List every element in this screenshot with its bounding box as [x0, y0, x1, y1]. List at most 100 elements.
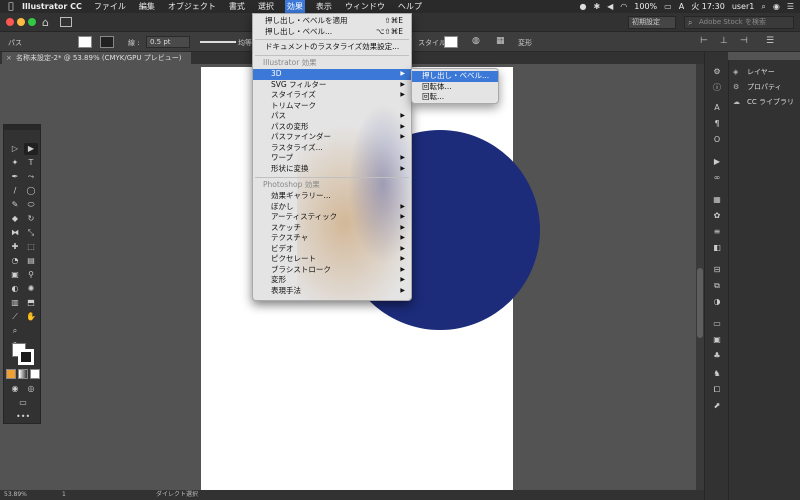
menu-edit[interactable]: 編集: [137, 0, 157, 13]
panel-menu-icon[interactable]: ☰: [766, 36, 774, 46]
paintbrush-tool-icon[interactable]: ✎: [8, 199, 22, 211]
transparency-icon[interactable]: ◑: [711, 296, 723, 308]
menu-item-pathfinder[interactable]: パスファインダー ▶: [253, 132, 411, 143]
shaper-tool-icon[interactable]: ⬭: [24, 199, 38, 211]
current-tool-status[interactable]: ダイレクト選択: [156, 490, 198, 500]
document-tab[interactable]: × 名称未設定-2* @ 53.89% (CMYK/GPU プレビュー): [2, 52, 192, 64]
artboards-icon[interactable]: ⧠: [711, 384, 723, 396]
app-name-menu[interactable]: Illustrator CC: [22, 2, 82, 11]
symbols-icon[interactable]: ♣: [711, 350, 723, 362]
minimize-window-button[interactable]: [17, 18, 25, 26]
stroke-weight-field[interactable]: 0.5 pt: [146, 36, 190, 48]
menu-item-blur[interactable]: ぼかし ▶: [253, 202, 411, 213]
close-window-button[interactable]: [6, 18, 14, 26]
workspace-switcher[interactable]: 初期設定: [628, 16, 676, 29]
artboard-number[interactable]: 1: [62, 490, 66, 500]
pen-tool-icon[interactable]: ✒: [8, 171, 22, 183]
direct-selection-tool-icon[interactable]: ▶: [24, 143, 38, 155]
paragraph-icon[interactable]: ¶: [711, 118, 723, 130]
graphic-styles-icon[interactable]: ▣: [711, 334, 723, 346]
magic-wand-tool-icon[interactable]: ✦: [8, 157, 22, 169]
menu-item-brush-strokes[interactable]: ブラシストローク ▶: [253, 265, 411, 276]
menu-object[interactable]: オブジェクト: [166, 0, 218, 13]
rotate-tool-icon[interactable]: ↻: [24, 213, 38, 225]
menu-item-video[interactable]: ビデオ ▶: [253, 244, 411, 255]
menu-item-extrude-bevel[interactable]: 押し出し・ベベル... ⌥⇧⌘E: [253, 27, 411, 38]
zoom-window-button[interactable]: [28, 18, 36, 26]
menu-item-pixelate[interactable]: ピクセレート ▶: [253, 254, 411, 265]
arrange-documents-icon[interactable]: [60, 17, 72, 27]
stroke-color-box[interactable]: [18, 349, 34, 365]
fill-swatch[interactable]: [78, 36, 92, 48]
graphic-style-swatch[interactable]: [444, 36, 458, 48]
asset-export-icon[interactable]: ♞: [711, 368, 723, 380]
recolor-icon[interactable]: ◍: [472, 36, 480, 46]
submenu-item-extrude-bevel[interactable]: 押し出し・ベベル...: [412, 71, 498, 82]
draw-behind-icon[interactable]: ◎: [24, 383, 38, 395]
eyedropper-tool-icon[interactable]: ⚲: [24, 269, 38, 281]
stroke-profile-label[interactable]: 均等: [238, 38, 252, 48]
notification-center-icon[interactable]: ☰: [787, 2, 794, 11]
stroke-swatch[interactable]: [100, 36, 114, 48]
none-mode-icon[interactable]: [30, 369, 40, 379]
brushes-icon[interactable]: ✿: [711, 210, 723, 222]
menu-item-stylize[interactable]: スタイライズ ▶: [253, 90, 411, 101]
width-tool-icon[interactable]: ⧓: [8, 227, 22, 239]
screen-mode-icon[interactable]: ▭: [16, 397, 30, 409]
menu-item-effect-gallery[interactable]: 効果ギャラリー...: [253, 191, 411, 202]
draw-normal-icon[interactable]: ◉: [8, 383, 22, 395]
menu-item-rasterize[interactable]: ラスタライズ...: [253, 143, 411, 154]
info-icon[interactable]: ⓘ: [711, 82, 723, 94]
export-icon[interactable]: ⬈: [711, 400, 723, 412]
align-center-icon[interactable]: ⊥: [720, 36, 728, 46]
color-mode-icon[interactable]: [6, 369, 16, 379]
puppet-warp-tool-icon[interactable]: ✚: [8, 241, 22, 253]
align-icon[interactable]: ▦: [496, 36, 505, 46]
artboard-tool-icon[interactable]: ⬒: [24, 297, 38, 309]
input-mode[interactable]: A: [679, 2, 684, 11]
align-panel-icon[interactable]: ⊟: [711, 264, 723, 276]
properties-icon[interactable]: ⚙: [711, 66, 723, 78]
menu-item-sketch[interactable]: スケッチ ▶: [253, 223, 411, 234]
edit-toolbar-icon[interactable]: •••: [16, 411, 30, 423]
submenu-item-rotate[interactable]: 回転...: [412, 92, 498, 103]
align-left-icon[interactable]: ⊢: [700, 36, 708, 46]
perspective-grid-tool-icon[interactable]: ▤: [24, 255, 38, 267]
curvature-tool-icon[interactable]: ⤳: [24, 171, 38, 183]
menu-window[interactable]: ウィンドウ: [343, 0, 387, 13]
menu-item-stylize-photoshop[interactable]: 表現手法 ▶: [253, 286, 411, 297]
menu-item-distort-transform[interactable]: パスの変形 ▶: [253, 122, 411, 133]
menu-help[interactable]: ヘルプ: [396, 0, 424, 13]
scale-tool-icon[interactable]: ⤡: [24, 227, 38, 239]
vertical-scrollbar[interactable]: [696, 64, 704, 490]
creative-cloud-icon[interactable]: ●: [579, 2, 586, 11]
menu-item-artistic[interactable]: アーティスティック ▶: [253, 212, 411, 223]
eraser-tool-icon[interactable]: ◆: [8, 213, 22, 225]
ellipse-tool-icon[interactable]: ◯: [24, 185, 38, 197]
character-icon[interactable]: A: [711, 102, 723, 114]
vertical-scroll-thumb[interactable]: [697, 268, 703, 338]
apple-icon[interactable]: : [0, 2, 22, 12]
siri-icon[interactable]: ◉: [773, 2, 780, 11]
home-icon[interactable]: ⌂: [42, 16, 49, 29]
shape-builder-tool-icon[interactable]: ◔: [8, 255, 22, 267]
transform-label[interactable]: 変形: [518, 38, 532, 48]
menu-effect[interactable]: 効果: [284, 0, 305, 13]
menu-item-crop-marks[interactable]: トリムマーク: [253, 101, 411, 112]
battery-icon[interactable]: ▭: [664, 2, 672, 11]
user-name[interactable]: user1: [732, 2, 755, 11]
clock[interactable]: 火 17:30: [691, 1, 725, 12]
gradient-panel-icon[interactable]: ◧: [711, 242, 723, 254]
gradient-tool-icon[interactable]: ▣: [8, 269, 22, 281]
appearance-icon[interactable]: ▭: [711, 318, 723, 330]
wifi-icon[interactable]: ◠: [620, 2, 627, 11]
properties-panel-tab[interactable]: ⚙ プロパティ: [733, 81, 782, 94]
hand-tool-icon[interactable]: ✋: [24, 311, 38, 323]
column-graph-tool-icon[interactable]: ▥: [8, 297, 22, 309]
menu-item-texture[interactable]: テクスチャ ▶: [253, 233, 411, 244]
adobe-stock-search[interactable]: ⌕ Adobe Stock を検索: [684, 16, 794, 29]
stroke-panel-icon[interactable]: ≡: [711, 226, 723, 238]
menu-item-path[interactable]: パス ▶: [253, 111, 411, 122]
zoom-tool-icon[interactable]: ⌕: [8, 325, 22, 337]
zoom-level[interactable]: 53.89%: [4, 490, 27, 500]
